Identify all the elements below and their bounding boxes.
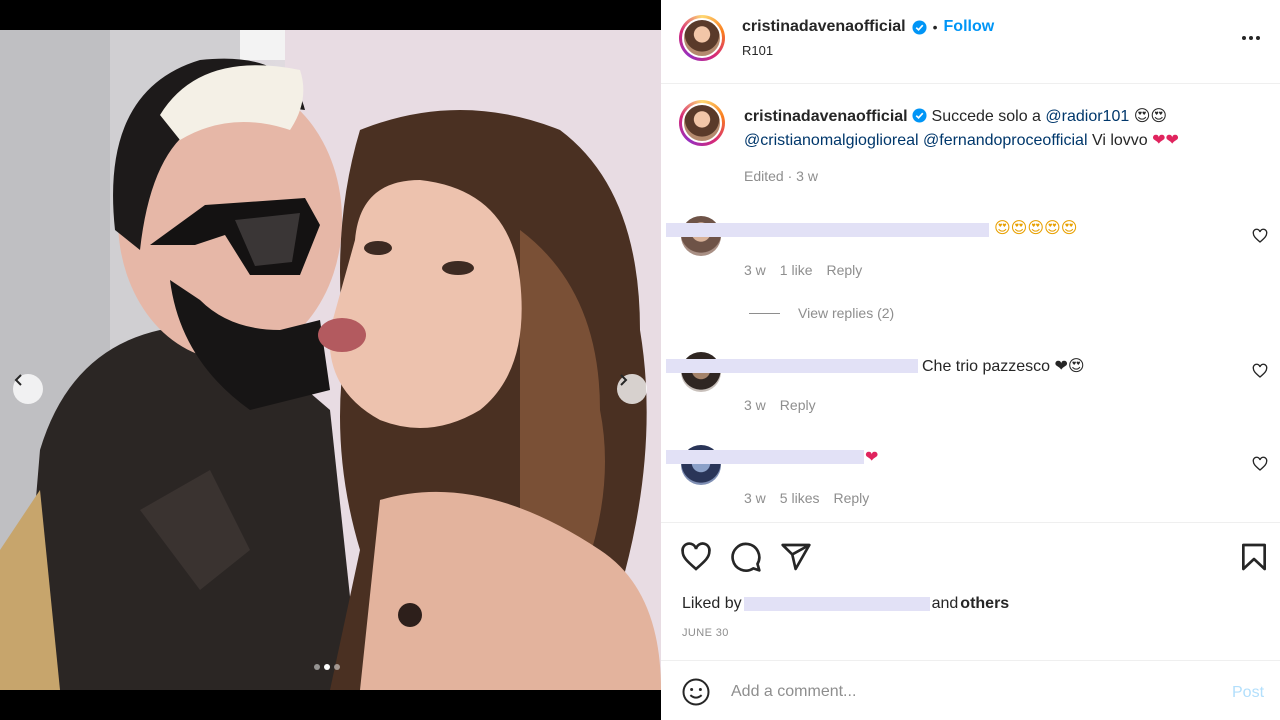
post-photo[interactable]: [0, 30, 661, 690]
caption-username[interactable]: cristinadavenaofficial: [744, 108, 908, 125]
caption-meta: Edited · 3 w: [744, 168, 818, 184]
comment-meta: 3 w Reply: [744, 397, 816, 413]
post-header: cristinadavenaofficial • Follow R101: [661, 0, 1280, 84]
view-replies-line: [749, 312, 780, 314]
like-comment-icon[interactable]: [1252, 228, 1268, 244]
mention-link[interactable]: @fernandoproceofficial: [923, 132, 1088, 149]
liked-by: Liked by and others: [682, 595, 1009, 613]
next-slide-button[interactable]: [617, 374, 647, 404]
comment-meta: 3 w 5 likes Reply: [744, 490, 869, 506]
redacted-liker[interactable]: [743, 597, 930, 611]
caption-emoji: ❤❤: [1152, 130, 1179, 149]
comment-likes[interactable]: 1 like: [780, 262, 813, 278]
reply-button[interactable]: Reply: [826, 262, 862, 278]
slide-indicator: [314, 664, 340, 670]
save-bookmark-icon[interactable]: [1238, 541, 1270, 573]
like-comment-icon[interactable]: [1252, 363, 1268, 379]
comment-likes[interactable]: 5 likes: [780, 490, 820, 506]
header-separator: •: [932, 19, 938, 35]
post-actions: Liked by and others JUNE 30: [661, 522, 1280, 660]
slide-dot-active: [324, 664, 330, 670]
view-replies-button[interactable]: View replies (2): [749, 305, 894, 321]
view-replies-label: View replies (2): [798, 305, 895, 321]
mention-link[interactable]: @cristianomalgioglioreal: [744, 132, 919, 149]
like-icon[interactable]: [680, 541, 712, 573]
reply-button[interactable]: Reply: [833, 490, 869, 506]
previous-slide-button[interactable]: [13, 374, 43, 404]
liked-by-others-link[interactable]: others: [960, 595, 1009, 613]
mention-link[interactable]: @radior101: [1045, 108, 1129, 125]
emoji-icon[interactable]: [681, 677, 711, 707]
comment-icon[interactable]: [730, 541, 762, 573]
follow-button[interactable]: Follow: [944, 18, 995, 36]
redacted-username: [666, 223, 989, 237]
verified-badge-icon: [912, 108, 927, 123]
comment-time: 3 w: [744, 262, 766, 278]
comment-time: 3 w: [744, 397, 766, 413]
comment-meta: 3 w 1 like Reply: [744, 262, 862, 278]
author-username[interactable]: cristinadavenaofficial: [742, 18, 906, 36]
post-comment-button[interactable]: Post: [1232, 684, 1264, 702]
post-side-panel: cristinadavenaofficial • Follow R101 cri…: [661, 0, 1280, 720]
post-media: [0, 0, 661, 720]
photo-illustration: [0, 30, 661, 690]
verified-badge-icon: [912, 19, 927, 35]
comment-input[interactable]: [731, 679, 1171, 705]
caption-text: cristinadavenaofficial Succede solo a @r…: [744, 104, 1254, 152]
liked-by-and: and: [931, 595, 959, 612]
caption-text-part: Vi lovvo: [1091, 132, 1148, 149]
reply-button[interactable]: Reply: [780, 397, 816, 413]
redacted-username: [666, 450, 864, 464]
comment-text: 😍😍😍😍😍: [994, 218, 1078, 237]
slide-dot: [334, 664, 340, 670]
redacted-username: [666, 359, 918, 373]
liked-by-prefix: Liked by: [682, 595, 742, 612]
post-date[interactable]: JUNE 30: [682, 627, 729, 639]
comment-time: 3 w: [744, 490, 766, 506]
more-options-icon[interactable]: [1239, 26, 1263, 50]
add-comment-bar: Post: [661, 660, 1280, 720]
chevron-right-icon: [620, 374, 628, 386]
post-location[interactable]: R101: [742, 43, 773, 58]
caption-emoji: 😍😍: [1133, 106, 1168, 125]
comment-text: Che trio pazzesco ❤😍: [922, 358, 1085, 375]
slide-dot: [314, 664, 320, 670]
caption-avatar[interactable]: [679, 100, 725, 146]
author-avatar[interactable]: [679, 15, 725, 61]
caption-text-part: Succede solo a: [931, 108, 1041, 125]
comment-text: ❤: [865, 447, 879, 466]
like-comment-icon[interactable]: [1252, 456, 1268, 472]
share-icon[interactable]: [780, 541, 812, 573]
chevron-left-icon: [14, 374, 22, 386]
